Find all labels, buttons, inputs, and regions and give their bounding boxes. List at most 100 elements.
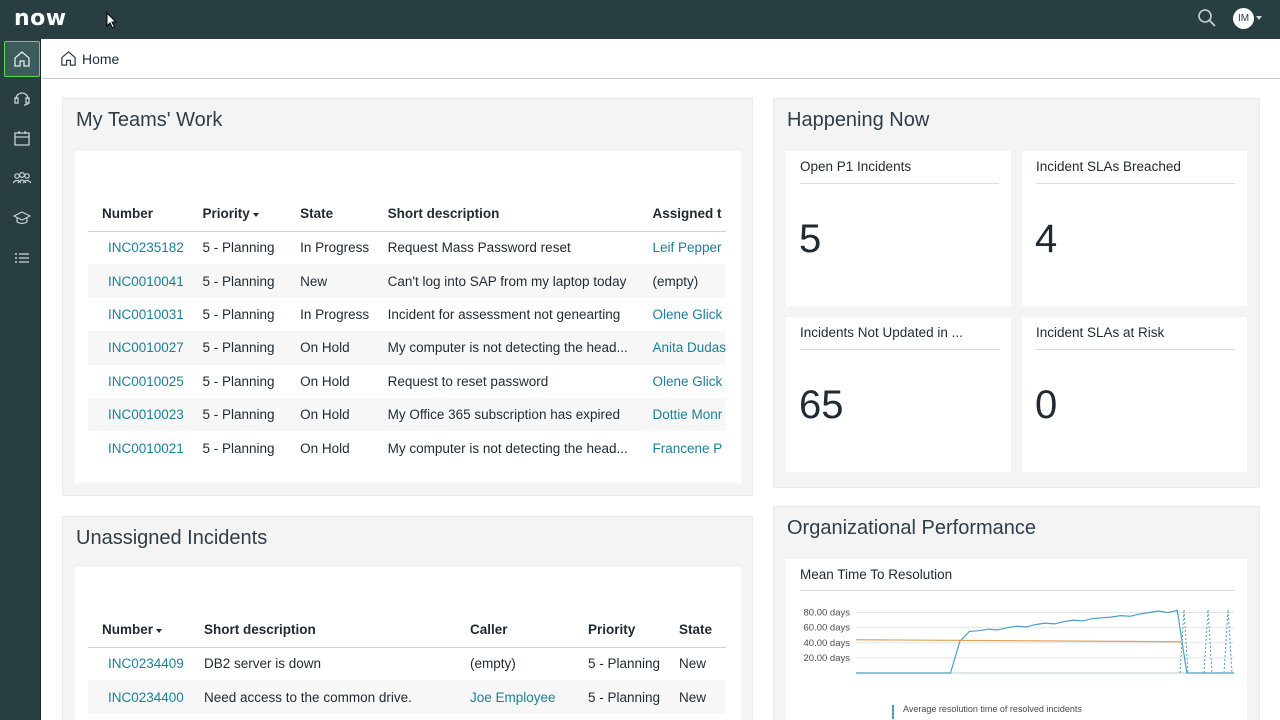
list-icon [15, 253, 29, 263]
cell-state: In Progress [300, 306, 370, 322]
cell-number[interactable]: INC0010027 [88, 331, 189, 365]
rail-list-button[interactable] [4, 240, 40, 276]
rail-people-button[interactable] [4, 160, 40, 196]
tile-label: Incident SLAs at Risk [1036, 325, 1165, 340]
cell-state: On Hold [300, 440, 350, 456]
cell-number[interactable]: INC0234409 [88, 647, 190, 680]
tile-value: 65 [799, 383, 844, 427]
cell-assigned-to[interactable]: Leif Pepper [638, 231, 726, 264]
cell-assigned-to[interactable]: Anita Dudas [638, 331, 726, 365]
column-header-assigned-to[interactable]: Assigned t [638, 197, 726, 232]
left-rail [0, 39, 41, 720]
tile-label: Open P1 Incidents [800, 159, 912, 174]
top-navigation-bar: now IM [0, 0, 1280, 39]
table-row[interactable]: INC0010023 5 - Planning On Hold My Office 3… [88, 397, 726, 432]
cell-state: In Progress [300, 240, 370, 256]
cell-priority: 5 - Planning [188, 264, 287, 298]
people-icon [12, 171, 32, 184]
unassigned-incidents-panel: Unassigned Incidents Number Short descri… [62, 516, 753, 720]
cell-state: New [286, 264, 374, 298]
avatar[interactable]: IM [1233, 8, 1254, 29]
rail-calendar-button[interactable] [4, 120, 40, 156]
divider [800, 183, 999, 184]
cell-assigned-to[interactable]: Dottie Monr [638, 397, 726, 432]
home-icon[interactable] [60, 50, 77, 67]
logo[interactable]: now [14, 6, 67, 31]
cell-short-description: Request Mass Password reset [387, 240, 571, 256]
legend-label: Average resolution time of resolved inci… [903, 704, 1082, 714]
y-tick-label: 80.00 days [804, 608, 851, 619]
tile-label: Incident SLAs Breached [1036, 159, 1181, 174]
table-row[interactable]: INC0235182 5 - Planning In Progress Request… [88, 231, 726, 264]
y-tick-label: 40.00 days [804, 638, 851, 649]
home-icon [14, 51, 30, 67]
column-header-short-description[interactable]: Short description [190, 613, 456, 648]
cell-priority: 5 - Planning [188, 331, 287, 365]
cell-state: On Hold [286, 397, 374, 432]
cell-number[interactable]: INC0010023 [88, 397, 189, 432]
teams-work-card: Number Priority State Short description … [75, 151, 741, 483]
cell-number[interactable]: INC0010021 [88, 431, 188, 464]
cell-number[interactable]: INC0235182 [88, 231, 188, 264]
cell-assigned-to[interactable]: Francene P [638, 431, 726, 464]
cell-number[interactable]: INC0010031 [88, 298, 188, 331]
divider [1036, 183, 1235, 184]
chevron-down-icon[interactable] [1256, 16, 1262, 20]
cell-caller: (empty) [470, 656, 516, 672]
cell-number[interactable]: INC0010041 [88, 264, 189, 298]
workspace: My Teams' Work Number Priority State Sho… [42, 80, 1280, 720]
column-header-state[interactable]: State [665, 613, 726, 648]
rail-service-button[interactable] [4, 80, 40, 116]
cell-assigned-to[interactable]: Olene Glick [638, 365, 726, 398]
column-header-number[interactable]: Number [88, 613, 190, 648]
cell-number[interactable]: INC0234400 [88, 680, 190, 714]
panel-title: Unassigned Incidents [76, 527, 268, 549]
breadcrumb-home-link[interactable]: Home [82, 51, 119, 67]
table-row[interactable]: INC0010021 5 - Planning On Hold My computer… [88, 431, 726, 464]
projection-line [1203, 609, 1213, 674]
tile-incident-slas-at-risk[interactable]: Incident SLAs at Risk 0 [1022, 317, 1247, 472]
table-row[interactable]: INC0010025 5 - Planning On Hold Request to … [88, 365, 726, 398]
column-header-number[interactable]: Number [88, 197, 189, 232]
cell-priority: 5 - Planning [188, 397, 287, 432]
cell-state: New [665, 680, 726, 714]
cell-short-description: My computer is not detecting the head... [387, 440, 628, 456]
mttr-line-chart: 80.00 days 60.00 days 40.00 days 20.00 days [804, 608, 1234, 674]
column-header-short-description[interactable]: Short description [373, 197, 639, 232]
cell-short-description: Need access to the common drive. [190, 680, 456, 714]
rail-home-button[interactable] [4, 41, 40, 77]
table-row[interactable]: INC0234409 DB2 server is down (empty) 5 - P… [88, 647, 726, 680]
tile-incidents-not-updated[interactable]: Incidents Not Updated in ... 65 [786, 317, 1011, 472]
breadcrumb: Home [42, 39, 1280, 79]
table-row[interactable]: INC0010031 5 - Planning In Progress Inciden… [88, 298, 726, 331]
cell-number[interactable]: INC0010025 [88, 365, 188, 398]
divider [1036, 349, 1235, 350]
table-row[interactable]: INC0234400 Need access to the common driv… [88, 680, 726, 714]
divider [800, 590, 1235, 591]
tile-value: 0 [1035, 383, 1058, 427]
tile-incident-slas-breached[interactable]: Incident SLAs Breached 4 [1022, 151, 1247, 306]
column-header-state[interactable]: State [286, 197, 374, 232]
panel-title: Happening Now [787, 109, 930, 131]
cell-caller[interactable]: Joe Employee [456, 680, 574, 714]
tile-open-p1-incidents[interactable]: Open P1 Incidents 5 [786, 151, 1011, 306]
cell-state: On Hold [286, 331, 374, 365]
graduation-cap-icon [13, 211, 31, 225]
table-row[interactable]: INC0010027 5 - Planning On Hold My computer… [88, 331, 726, 365]
y-tick-label: 60.00 days [804, 623, 851, 634]
table-row[interactable]: INC0010041 5 - Planning New Can't log into … [88, 264, 726, 298]
column-header-priority[interactable]: Priority [188, 197, 287, 232]
search-icon[interactable] [1197, 8, 1217, 28]
column-header-caller[interactable]: Caller [456, 613, 574, 648]
legend-swatch [892, 705, 894, 719]
cell-priority: 5 - Planning [574, 680, 665, 714]
column-header-priority[interactable]: Priority [574, 613, 665, 648]
cell-assigned-to: (empty) [638, 264, 726, 298]
cell-assigned-to[interactable]: Olene Glick [638, 298, 726, 331]
cell-priority: 5 - Planning [588, 656, 661, 672]
cell-state: New [679, 656, 707, 672]
sort-descending-icon [252, 212, 259, 217]
rail-learning-button[interactable] [4, 200, 40, 236]
mouse-cursor-icon [106, 12, 118, 29]
sort-descending-icon [156, 628, 163, 633]
